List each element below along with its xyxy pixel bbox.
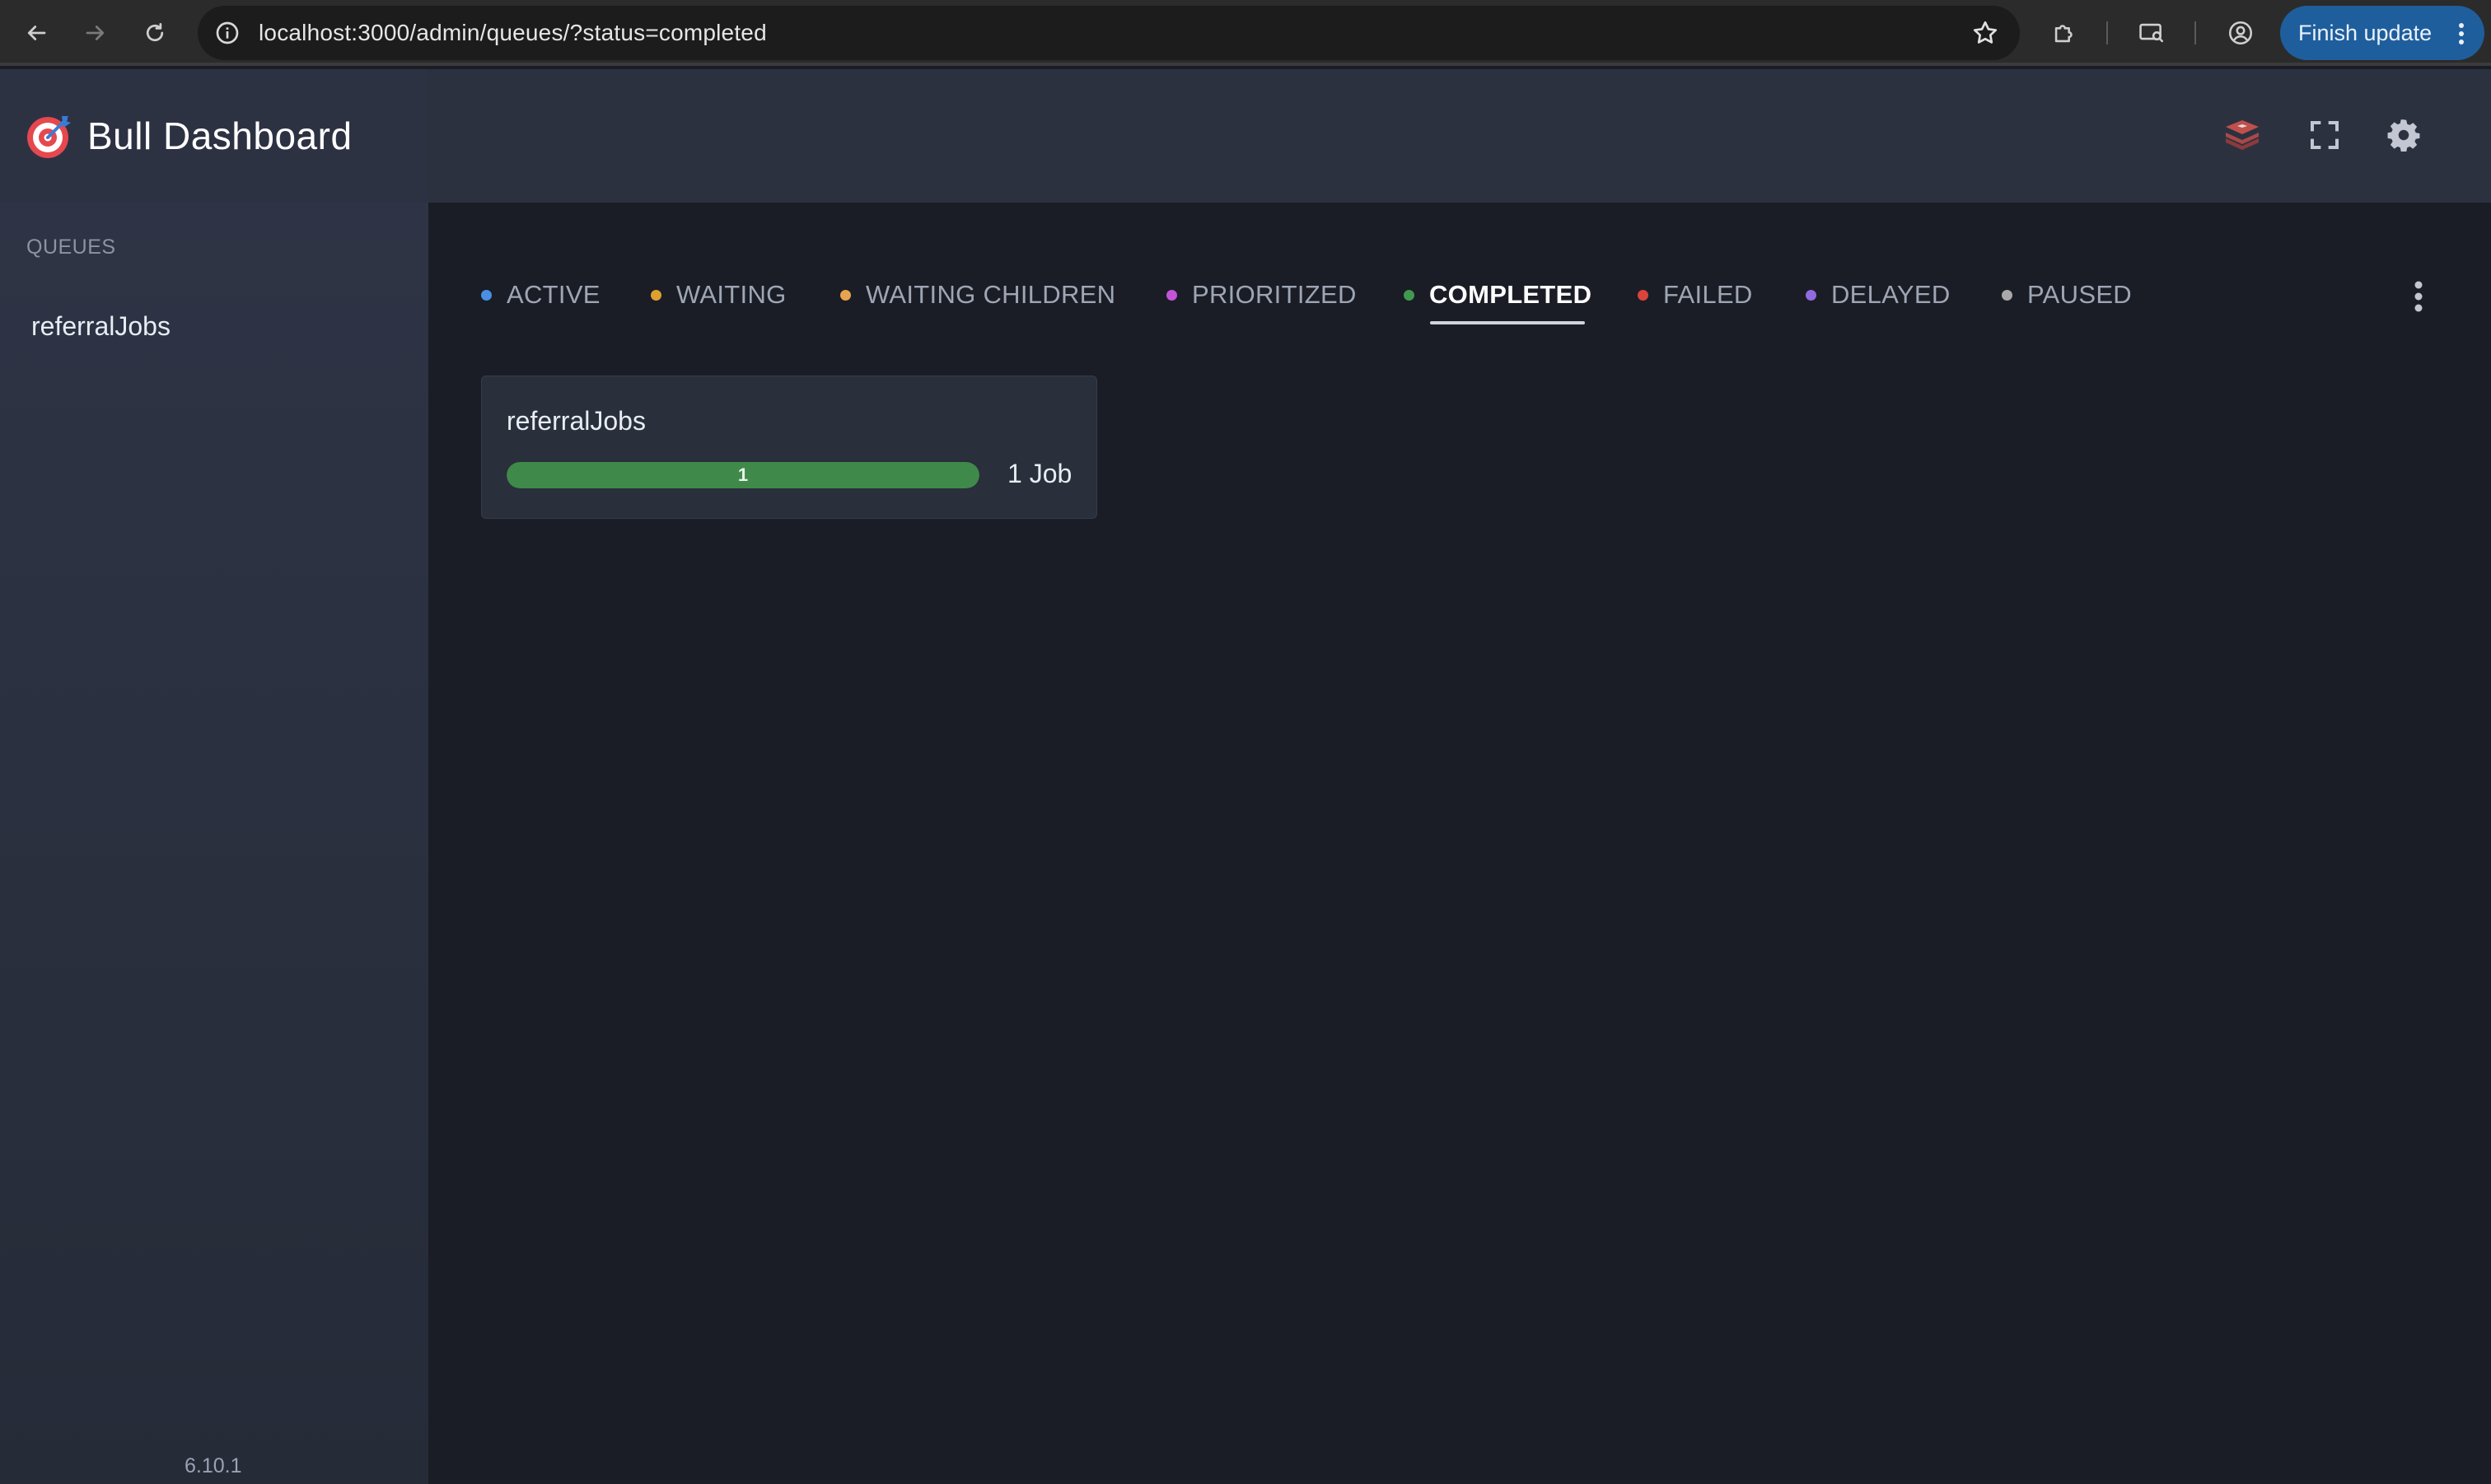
toolbar-divider [2106, 21, 2108, 44]
tab-label: PRIORITIZED [1192, 280, 1357, 309]
tab-waiting-children[interactable]: WAITING CHILDREN [840, 272, 1115, 318]
reload-icon[interactable] [138, 16, 171, 49]
sidebar-item-referraljobs[interactable]: referralJobs [31, 311, 171, 342]
main-content: ACTIVE WAITING WAITING CHILDREN PRIORITI… [428, 203, 2491, 1484]
tab-waiting[interactable]: WAITING [651, 272, 787, 318]
finish-update-button[interactable]: Finish update [2280, 6, 2484, 60]
tab-label: WAITING [676, 280, 787, 309]
more-vertical-icon[interactable] [2394, 273, 2443, 320]
queue-card[interactable]: referralJobs 1 1 Job [481, 376, 1097, 519]
tab-failed[interactable]: FAILED [1638, 272, 1753, 318]
tab-label: WAITING CHILDREN [866, 280, 1116, 309]
arrow-left-icon[interactable] [20, 16, 53, 49]
finish-update-label: Finish update [2298, 20, 2433, 45]
status-dot [1166, 289, 1177, 301]
address-bar[interactable]: localhost:3000/admin/queues/?status=comp… [198, 6, 2020, 60]
progress-label: 1 [737, 464, 749, 485]
url-text[interactable]: localhost:3000/admin/queues/?status=comp… [259, 6, 767, 60]
puzzle-icon[interactable] [2048, 16, 2081, 49]
brand[interactable]: Bull Dashboard [0, 69, 428, 203]
settings-button[interactable] [2381, 112, 2427, 158]
arrow-right-icon[interactable] [79, 16, 112, 49]
active-tab-indicator [1430, 321, 1585, 324]
star-icon[interactable] [1970, 18, 2000, 48]
tab-paused[interactable]: PAUSED [2002, 272, 2132, 318]
status-dot [1806, 289, 1816, 301]
status-dot [1404, 289, 1414, 301]
app-title: Bull Dashboard [87, 114, 353, 157]
status-dot [481, 289, 492, 301]
status-dot [1638, 289, 1648, 301]
account-circle-icon[interactable] [2224, 16, 2257, 49]
toolbar-divider [2194, 21, 2196, 44]
fullscreen-icon [2311, 121, 2339, 149]
media-router-icon[interactable] [2135, 16, 2168, 49]
tab-label: FAILED [1663, 280, 1753, 309]
version-label: 6.10.1 [185, 1454, 242, 1477]
tab-prioritized[interactable]: PRIORITIZED [1166, 272, 1357, 318]
fullscreen-button[interactable] [2302, 112, 2348, 158]
app-header: Bull Dashboard [0, 69, 2491, 203]
redis-info-button[interactable] [2219, 112, 2265, 158]
tab-completed[interactable]: COMPLETED [1404, 272, 1591, 318]
job-count: 1 Job [1007, 459, 1073, 488]
redis-icon [2226, 120, 2259, 150]
info-icon[interactable] [214, 20, 241, 46]
status-dot [840, 289, 851, 301]
target-logo-icon [27, 116, 71, 158]
gear-icon [2387, 119, 2420, 152]
progress-fill: 1 [507, 462, 979, 488]
more-vertical-icon [2459, 23, 2464, 44]
tab-label: DELAYED [1831, 280, 1951, 309]
queue-progress-bar: 1 [507, 462, 979, 488]
tab-label: COMPLETED [1429, 280, 1592, 309]
tab-active[interactable]: ACTIVE [481, 272, 601, 318]
queues-section-label: QUEUES [26, 236, 116, 259]
queue-card-title[interactable]: referralJobs [507, 406, 646, 436]
tab-label: ACTIVE [507, 280, 601, 309]
status-dot [2002, 289, 2012, 301]
tab-delayed[interactable]: DELAYED [1806, 272, 1951, 318]
browser-toolbar: localhost:3000/admin/queues/?status=comp… [0, 0, 2491, 66]
status-dot [651, 289, 661, 301]
tab-label: PAUSED [2027, 280, 2132, 309]
sidebar: QUEUES referralJobs 6.10.1 [0, 203, 428, 1484]
